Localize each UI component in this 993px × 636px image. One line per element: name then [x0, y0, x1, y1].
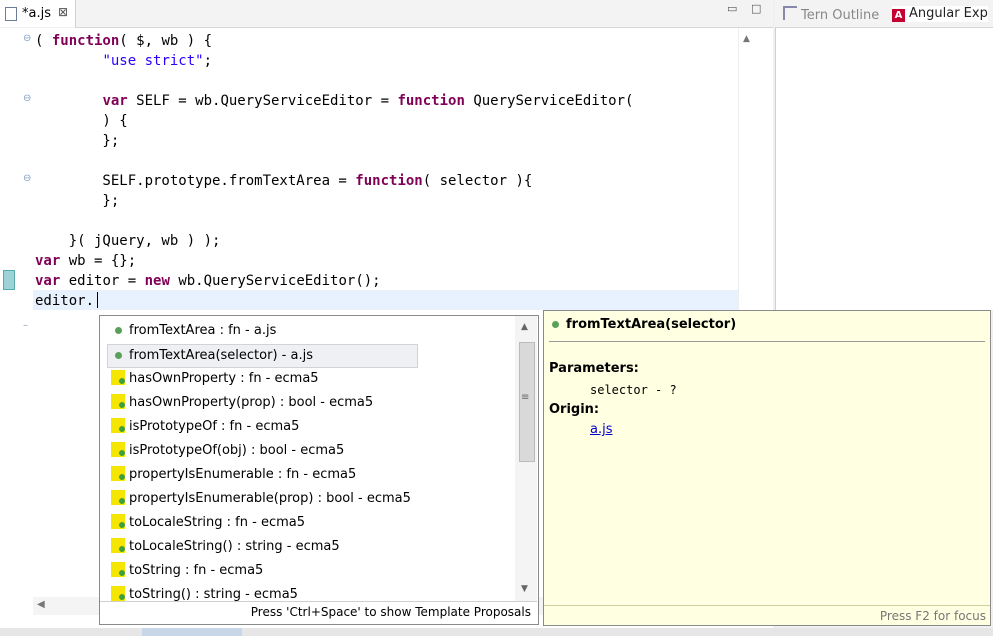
info-footer-hint: Press F2 for focus — [879, 609, 986, 623]
proposal-footer-hint: Press 'Ctrl+Space' to show Template Prop… — [250, 605, 531, 619]
proposal-label: hasOwnProperty(prop) : bool - ecma5 — [129, 395, 374, 410]
proposal-label: propertyIsEnumerable : fn - ecma5 — [129, 467, 357, 482]
info-origin-link[interactable]: a.js — [590, 422, 612, 437]
info-origin-heading: Origin: — [549, 402, 600, 417]
code-line-11: }( jQuery, wb ) ); — [35, 233, 221, 249]
angular-explorer-label: Angular Exp — [909, 6, 988, 21]
proposal-label: hasOwnProperty : fn - ecma5 — [129, 371, 319, 386]
grip-icon: ≡ — [521, 392, 530, 403]
code-line-8: SELF.prototype.fromTextArea = function( … — [35, 173, 533, 189]
scroll-up-icon[interactable]: ▲ — [521, 322, 528, 332]
function-icon — [111, 418, 125, 433]
editor-tab-strip: ▭ □ — [75, 0, 773, 28]
code-line-9: }; — [35, 193, 120, 209]
minimize-icon[interactable]: ▭ — [727, 3, 739, 14]
js-file-icon — [5, 7, 17, 21]
code-line-2: "use strict"; — [102, 53, 213, 69]
code-text: ( function( $, wb ) { "use strict"; var … — [35, 31, 633, 311]
proposal-item[interactable]: propertyIsEnumerable(prop) : bool - ecma… — [108, 488, 411, 510]
proposal-label: toString() : string - ecma5 — [129, 587, 298, 601]
function-icon — [111, 586, 125, 601]
fold-icon[interactable]: ⊖ — [23, 93, 31, 104]
proposal-footer: Press 'Ctrl+Space' to show Template Prop… — [100, 601, 537, 624]
proposal-item[interactable]: hasOwnProperty(prop) : bool - ecma5 — [108, 392, 373, 414]
function-icon — [111, 466, 125, 481]
editor-tab-label: *a.js — [22, 6, 51, 21]
editor-gutter: ⊖ ⊖ ⊖ – — [0, 28, 33, 628]
proposal-label: toLocaleString : fn - ecma5 — [129, 515, 306, 530]
proposal-label: isPrototypeOf(obj) : bool - ecma5 — [129, 443, 345, 458]
right-view-tabs: Tern Outline A Angular Exp — [775, 0, 993, 28]
field-dot-icon — [115, 352, 122, 359]
function-icon — [111, 442, 125, 457]
function-icon — [111, 562, 125, 577]
tab-tern-outline[interactable]: Tern Outline — [783, 6, 879, 23]
function-icon — [111, 538, 125, 553]
proposal-list[interactable]: fromTextArea : fn - a.js fromTextArea(se… — [100, 316, 514, 601]
code-line-6: }; — [35, 133, 120, 149]
info-param: selector - ? — [590, 383, 677, 397]
info-title: fromTextArea(selector) — [550, 317, 736, 332]
editor-tab-a-js[interactable]: *a.js ⊠ — [0, 0, 76, 27]
close-tab-icon[interactable]: ⊠ — [58, 5, 68, 19]
info-title-text: fromTextArea(selector) — [566, 317, 737, 332]
scroll-up-icon[interactable]: ▲ — [743, 34, 750, 44]
proposal-label: toString : fn - ecma5 — [129, 563, 264, 578]
proposal-item[interactable]: propertyIsEnumerable : fn - ecma5 — [108, 464, 356, 486]
proposal-item[interactable]: hasOwnProperty : fn - ecma5 — [108, 368, 319, 390]
code-line-13: var editor = new wb.QueryServiceEditor()… — [35, 273, 381, 289]
maximize-icon[interactable]: □ — [751, 3, 763, 14]
proposal-item[interactable]: isPrototypeOf(obj) : bool - ecma5 — [108, 440, 344, 462]
proposal-label: propertyIsEnumerable(prop) : bool - ecma… — [129, 491, 411, 506]
change-marker — [3, 270, 15, 290]
function-icon — [111, 514, 125, 529]
tab-angular-explorer[interactable]: A Angular Exp — [892, 6, 988, 22]
proposal-label: toLocaleString() : string - ecma5 — [129, 539, 340, 554]
proposal-item[interactable]: toLocaleString : fn - ecma5 — [108, 512, 305, 534]
text-caret — [97, 292, 98, 308]
proposal-info-popup: fromTextArea(selector) Parameters: selec… — [543, 310, 991, 626]
proposal-scrollbar[interactable]: ▲ ≡ ▼ — [515, 316, 537, 601]
tern-outline-label: Tern Outline — [801, 8, 880, 23]
code-line-1: ( function( $, wb ) { — [35, 33, 213, 49]
proposal-label: isPrototypeOf : fn - ecma5 — [129, 419, 300, 434]
code-line-12: var wb = {}; — [35, 253, 137, 269]
proposal-label: fromTextArea(selector) - a.js — [129, 348, 313, 363]
code-line-4: var SELF = wb.QueryServiceEditor = funct… — [102, 93, 634, 109]
proposal-item[interactable]: toString() : string - ecma5 — [108, 584, 298, 601]
proposal-item[interactable]: toString : fn - ecma5 — [108, 560, 263, 582]
scroll-down-icon[interactable]: ▼ — [521, 584, 528, 594]
fold-icon[interactable]: ⊖ — [23, 33, 31, 44]
proposal-item[interactable]: fromTextArea : fn - a.js — [108, 320, 276, 342]
code-line-5: ) { — [35, 113, 128, 129]
scroll-left-icon[interactable]: ◀ — [37, 599, 45, 610]
outline-view-panel — [775, 0, 993, 310]
fold-icon[interactable]: ⊖ — [23, 173, 31, 184]
angular-icon: A — [892, 9, 905, 22]
function-icon — [111, 370, 125, 385]
function-icon — [111, 394, 125, 409]
field-dot-icon — [552, 321, 559, 328]
info-params-heading: Parameters: — [549, 361, 639, 376]
fold-icon[interactable]: – — [23, 320, 28, 331]
outline-icon — [783, 6, 797, 20]
proposal-item[interactable]: isPrototypeOf : fn - ecma5 — [108, 416, 299, 438]
content-assist-popup: fromTextArea : fn - a.js fromTextArea(se… — [99, 315, 539, 625]
proposal-label: fromTextArea : fn - a.js — [129, 323, 277, 338]
function-icon — [111, 490, 125, 505]
proposal-item-selected[interactable]: fromTextArea(selector) - a.js — [107, 344, 418, 368]
proposal-item[interactable]: toLocaleString() : string - ecma5 — [108, 536, 340, 558]
bottom-panel-tab[interactable] — [142, 628, 242, 636]
code-line-14: editor. — [35, 293, 95, 309]
info-footer: Press F2 for focus — [544, 605, 990, 626]
field-dot-icon — [115, 327, 122, 334]
info-separator — [549, 341, 985, 342]
